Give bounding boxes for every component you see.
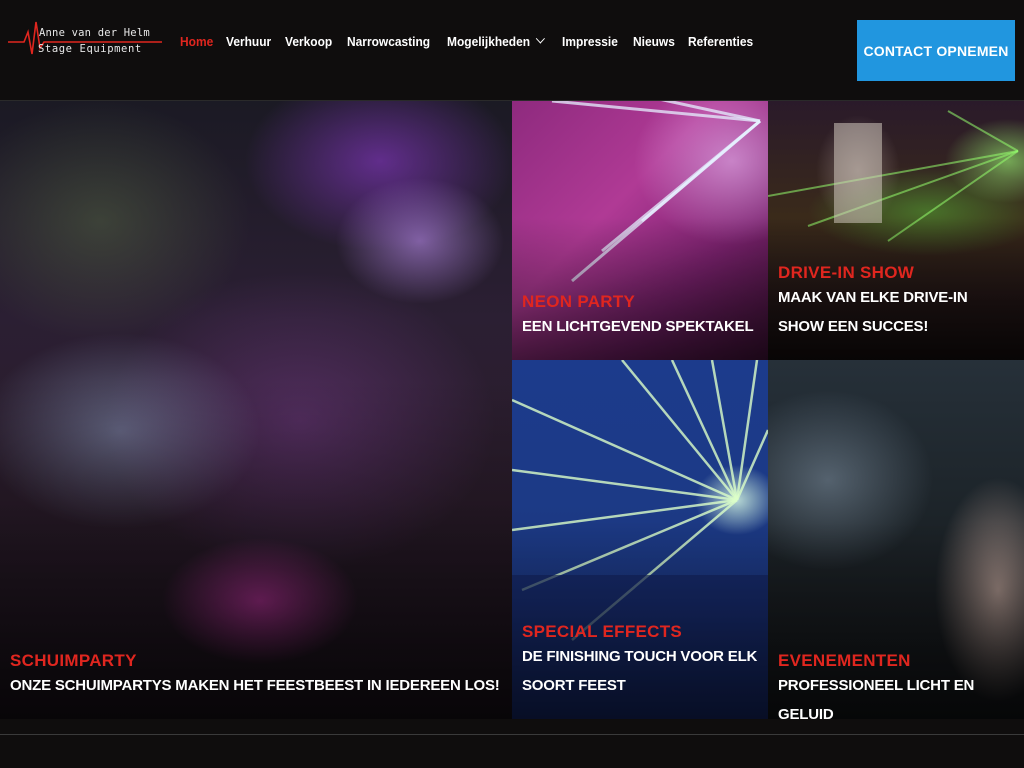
- tile-caption: SCHUIMPARTY ONZE SCHUIMPARTYS MAKEN HET …: [10, 651, 502, 700]
- nav-home[interactable]: Home: [180, 34, 213, 49]
- nav-impressie[interactable]: Impressie: [562, 34, 618, 49]
- tile-drive-in-show[interactable]: DRIVE-IN SHOW MAAK VAN ELKE DRIVE-IN SHO…: [768, 101, 1024, 360]
- tile-subtitle: DE FINISHING TOUCH VOOR ELK SOORT FEEST: [522, 648, 758, 694]
- tile-evenementen[interactable]: EVENEMENTEN PROFESSIONEEL LICHT EN GELUI…: [768, 360, 1024, 719]
- nav-mogelijkheden[interactable]: Mogelijkheden: [446, 33, 546, 49]
- nav-verhuur[interactable]: Verhuur: [226, 34, 271, 49]
- tile-special-effects[interactable]: SPECIAL EFFECTS DE FINISHING TOUCH VOOR …: [512, 360, 768, 719]
- brand-tagline: Stage Equipment: [38, 43, 142, 55]
- tile-schuimparty[interactable]: SCHUIMPARTY ONZE SCHUIMPARTYS MAKEN HET …: [0, 101, 512, 719]
- tile-caption: DRIVE-IN SHOW MAAK VAN ELKE DRIVE-IN SHO…: [778, 263, 1014, 341]
- nav-referenties[interactable]: Referenties: [688, 34, 753, 49]
- tile-subtitle: ONZE SCHUIMPARTYS MAKEN HET FEESTBEEST I…: [10, 677, 500, 694]
- nav-nieuws[interactable]: Nieuws: [633, 34, 675, 49]
- tile-category: NEON PARTY: [522, 292, 636, 311]
- tile-caption: EVENEMENTEN PROFESSIONEEL LICHT EN GELUI…: [778, 651, 1014, 719]
- main-nav: Home Verhuur Verkoop Narrowcasting Mogel…: [180, 31, 769, 51]
- contact-button[interactable]: CONTACT OPNEMEN: [857, 20, 1015, 81]
- tile-subtitle: MAAK VAN ELKE DRIVE-IN SHOW EEN SUCCES!: [778, 289, 968, 335]
- tile-caption: NEON PARTY EEN LICHTGEVEND SPEKTAKEL: [522, 292, 758, 341]
- site-header: Anne van der Helm Stage Equipment Home V…: [0, 0, 1024, 101]
- tile-category: EVENEMENTEN: [778, 651, 911, 670]
- tile-category: DRIVE-IN SHOW: [778, 263, 915, 282]
- tile-neon-party[interactable]: NEON PARTY EEN LICHTGEVEND SPEKTAKEL: [512, 101, 768, 360]
- nav-narrowcasting[interactable]: Narrowcasting: [347, 34, 430, 49]
- tile-category: SCHUIMPARTY: [10, 651, 137, 670]
- nav-mogelijkheden-label: Mogelijkheden: [446, 33, 530, 49]
- brand-name: Anne van der Helm: [39, 27, 150, 39]
- tile-subtitle: PROFESSIONEEL LICHT EN GELUID: [778, 677, 975, 719]
- brand-logo[interactable]: Anne van der Helm Stage Equipment: [8, 18, 162, 62]
- tile-caption: SPECIAL EFFECTS DE FINISHING TOUCH VOOR …: [522, 622, 758, 700]
- heartbeat-icon: [8, 21, 162, 55]
- chevron-down-icon: [535, 33, 546, 44]
- footer-divider: [0, 734, 1024, 735]
- nav-verkoop[interactable]: Verkoop: [285, 34, 332, 49]
- tile-category: SPECIAL EFFECTS: [522, 622, 683, 641]
- tile-subtitle: EEN LICHTGEVEND SPEKTAKEL: [522, 318, 754, 335]
